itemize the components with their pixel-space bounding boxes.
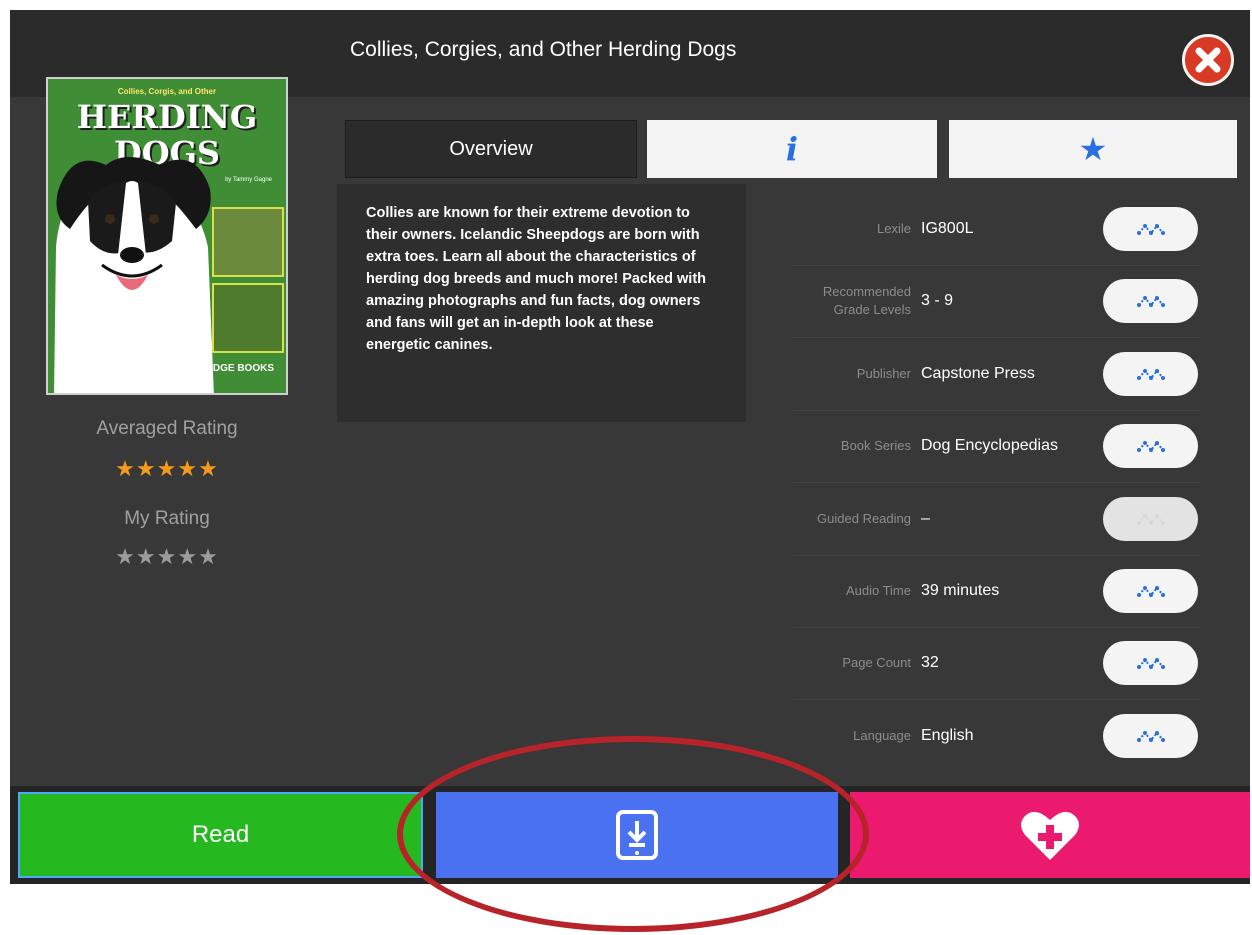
detail-row: Guided Reading – — [793, 483, 1201, 556]
link-dots-icon — [1136, 658, 1165, 670]
detail-row: Book Series Dog Encyclopedias — [793, 410, 1201, 484]
detail-value: Capstone Press — [921, 364, 1035, 382]
close-icon — [1195, 47, 1221, 73]
link-dots-icon — [1136, 586, 1165, 597]
detail-label: Lexile — [877, 221, 911, 236]
info-icon: i — [785, 130, 799, 168]
detail-row: Audio Time 39 minutes — [793, 555, 1201, 628]
detail-value: English — [921, 726, 974, 744]
similar-books-button[interactable] — [1103, 424, 1198, 469]
detail-label: Guided Reading — [817, 510, 911, 526]
averaged-rating-stars: ★★★★★ — [46, 456, 288, 482]
tab-favorite[interactable]: ★ — [949, 120, 1237, 178]
averaged-rating-filled-star-icon: ★ — [177, 456, 199, 481]
read-button-label: Read — [191, 821, 250, 848]
my-rating-empty-star-icon[interactable]: ★ — [177, 544, 198, 569]
my-rating-stars[interactable]: ★★★★★ — [46, 544, 288, 570]
detail-label: Page Count — [842, 655, 911, 671]
close-button[interactable] — [1182, 34, 1234, 86]
book-cover: Collies, Corgis, and Other HERDING DOGS … — [46, 77, 288, 395]
cover-photo-sheep — [212, 207, 284, 277]
averaged-rating-filled-star-icon: ★ — [198, 456, 219, 481]
download-button[interactable] — [436, 792, 838, 878]
detail-value: 32 — [921, 654, 939, 672]
tab-overview-label: Overview — [449, 137, 533, 160]
tab-info[interactable]: i — [647, 120, 937, 178]
link-dots-icon — [1136, 730, 1165, 742]
similar-books-button[interactable] — [1103, 279, 1198, 324]
detail-row: Lexile IG800L — [793, 193, 1201, 266]
read-button[interactable]: Read — [18, 792, 423, 878]
link-dots-icon — [1136, 224, 1165, 235]
book-title: Collies, Corgies, and Other Herding Dogs — [350, 38, 737, 61]
detail-label: Book Series — [840, 438, 911, 454]
averaged-rating-filled-star-icon: ★ — [135, 456, 157, 481]
detail-row: Recommended Grade Levels 3 - 9 — [793, 265, 1201, 339]
detail-value: – — [921, 509, 930, 527]
similar-books-button[interactable] — [1103, 641, 1198, 686]
tab-overview[interactable]: Overview — [345, 120, 637, 178]
similar-books-button[interactable] — [1103, 207, 1198, 251]
averaged-rating-filled-star-icon: ★ — [156, 456, 178, 481]
cover-photo-dog — [212, 283, 284, 353]
star-icon: ★ — [1078, 131, 1108, 167]
detail-label: Recommended Grade Levels — [822, 284, 911, 318]
link-dots-icon — [1136, 368, 1165, 380]
my-rating-label: My Rating — [124, 508, 210, 529]
my-rating-empty-star-icon[interactable]: ★ — [136, 544, 157, 569]
heart-plus-icon — [1021, 811, 1079, 860]
link-dots-icon — [1136, 296, 1165, 308]
averaged-rating-label: Averaged Rating — [96, 418, 238, 439]
detail-value: 3 - 9 — [921, 292, 954, 310]
link-dots-icon — [1136, 513, 1165, 525]
action-bar: Read — [10, 786, 1250, 884]
my-rating-empty-star-icon[interactable]: ★ — [115, 544, 136, 569]
my-rating-empty-star-icon[interactable]: ★ — [198, 544, 219, 569]
similar-books-button[interactable] — [1103, 713, 1198, 758]
book-details-modal: Collies, Corgies, and Other Herding Dogs… — [10, 10, 1250, 884]
detail-label: Language — [853, 727, 911, 743]
publisher-logo: EDGE BOOKS — [206, 363, 274, 374]
detail-label: Audio Time — [845, 583, 911, 598]
similar-books-button[interactable] — [1103, 569, 1198, 613]
book-description: Collies are known for their extreme devo… — [337, 184, 746, 422]
link-dots-icon — [1136, 441, 1165, 453]
tablet-download-icon — [616, 810, 658, 860]
similar-books-button — [1103, 496, 1198, 541]
similar-books-button[interactable] — [1103, 351, 1198, 396]
my-rating-empty-star-icon[interactable]: ★ — [157, 544, 178, 569]
wishlist-button[interactable] — [850, 792, 1250, 878]
detail-value: Dog Encyclopedias — [921, 437, 1058, 455]
averaged-rating-filled-star-icon: ★ — [115, 456, 136, 481]
detail-value: 39 minutes — [921, 582, 1000, 599]
detail-value: IG800L — [921, 220, 974, 237]
detail-row: Publisher Capstone Press — [793, 338, 1201, 411]
detail-label: Publisher — [856, 365, 911, 381]
detail-row: Page Count 32 — [793, 627, 1201, 701]
detail-row: Language English — [793, 700, 1201, 772]
